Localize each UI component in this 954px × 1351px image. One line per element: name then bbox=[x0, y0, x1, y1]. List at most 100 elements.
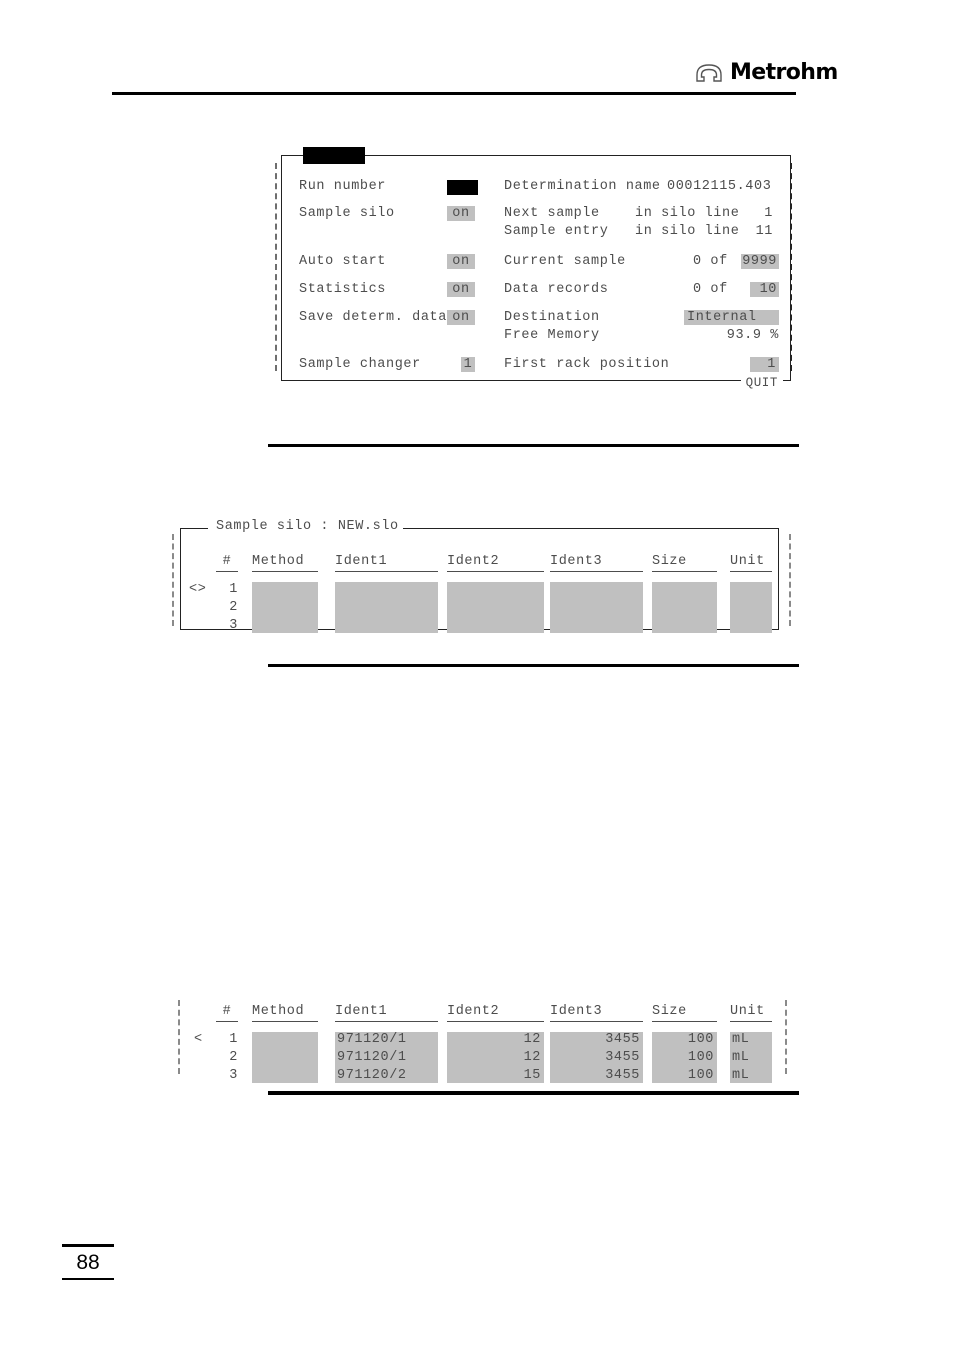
data-cell-ident3: 3455 bbox=[605, 1032, 640, 1047]
silo-cell-unit[interactable] bbox=[730, 582, 772, 633]
data-cell-ident3: 3455 bbox=[605, 1050, 640, 1065]
value-sample-changer[interactable]: 1 bbox=[461, 357, 475, 372]
data-col-header-number: # bbox=[216, 1004, 238, 1022]
label-next-sample: Next sample bbox=[504, 206, 600, 221]
data-col-header-size: Size bbox=[652, 1004, 717, 1022]
label-free-memory: Free Memory bbox=[504, 328, 600, 343]
data-cell-unit: mL bbox=[732, 1050, 750, 1065]
label-data-records: Data records bbox=[504, 282, 609, 297]
row-auto-start: Auto start on Current sample 0 of 9999 bbox=[275, 254, 791, 272]
data-col-header-ident3: Ident3 bbox=[550, 1004, 643, 1022]
panel-title-redacted bbox=[303, 147, 365, 164]
data-row-number: 3 bbox=[229, 1068, 238, 1083]
value-next-sample-line: 1 bbox=[764, 206, 773, 221]
data-col-header-ident1: Ident1 bbox=[335, 1004, 438, 1022]
silo-col-header-unit: Unit bbox=[730, 554, 772, 572]
data-row-number: 1 bbox=[229, 1032, 238, 1047]
section-divider-bottom bbox=[268, 1091, 799, 1095]
data-col-header-unit: Unit bbox=[730, 1004, 772, 1022]
silo-col-header-number: # bbox=[216, 554, 238, 572]
data-cell-ident2: 12 bbox=[523, 1050, 541, 1065]
silo-row-marker[interactable]: <> bbox=[189, 582, 206, 597]
data-cell-ident1: 971120/1 bbox=[337, 1032, 407, 1047]
data-col-header-ident2: Ident2 bbox=[447, 1004, 544, 1022]
data-table: # Method Ident1 Ident2 Ident3 Size Unit … bbox=[172, 1000, 791, 1083]
data-cell-size: 100 bbox=[687, 1050, 714, 1065]
omega-logo-icon bbox=[696, 64, 722, 82]
data-cell-unit: mL bbox=[732, 1068, 750, 1083]
sample-silo-panel: Sample silo : NEW.slo # Method Ident1 Id… bbox=[172, 519, 791, 633]
silo-row-number: 1 bbox=[229, 582, 238, 597]
silo-col-header-size: Size bbox=[652, 554, 717, 572]
value-free-memory: 93.9 % bbox=[726, 328, 779, 343]
data-row-number: 2 bbox=[229, 1050, 238, 1065]
metrohm-logo: Metrohm bbox=[694, 62, 838, 84]
silo-cell-method[interactable] bbox=[252, 582, 318, 633]
silo-cell-ident2[interactable] bbox=[447, 582, 544, 633]
text-sample-entry-silo-line: in silo line bbox=[635, 224, 740, 239]
row-free-memory: Free Memory 93.9 % bbox=[275, 328, 791, 346]
section-divider-middle bbox=[268, 664, 799, 667]
label-current-sample: Current sample bbox=[504, 254, 626, 269]
silo-cell-size[interactable] bbox=[652, 582, 717, 633]
label-sample-entry: Sample entry bbox=[504, 224, 609, 239]
data-cell-ident1: 971120/2 bbox=[337, 1068, 407, 1083]
value-save-determ-data[interactable]: on bbox=[447, 310, 475, 325]
value-data-records-max[interactable]: 10 bbox=[750, 282, 779, 297]
data-col-header-method: Method bbox=[252, 1004, 318, 1022]
silo-row-number: 2 bbox=[229, 600, 238, 615]
value-destination[interactable]: Internal bbox=[684, 310, 779, 325]
data-cell-ident3: 3455 bbox=[605, 1068, 640, 1083]
value-run-number[interactable] bbox=[447, 180, 478, 195]
data-cell-method-block[interactable] bbox=[252, 1032, 318, 1083]
header-rule bbox=[112, 92, 796, 95]
quit-button[interactable]: QUIT bbox=[740, 376, 783, 390]
value-sample-entry-line: 11 bbox=[755, 224, 773, 239]
row-statistics: Statistics on Data records 0 of 10 bbox=[275, 282, 791, 300]
sample-data-panel: # Method Ident1 Ident2 Ident3 Size Unit … bbox=[172, 1000, 791, 1083]
label-sample-silo: Sample silo bbox=[299, 206, 395, 221]
silo-table: # Method Ident1 Ident2 Ident3 Size Unit … bbox=[172, 528, 791, 633]
text-current-sample-of: 0 of bbox=[693, 254, 728, 269]
run-settings-panel: QUIT Run number Determination name 00012… bbox=[275, 147, 792, 390]
section-divider-top bbox=[268, 444, 799, 447]
row-sample-changer: Sample changer 1 First rack position 1 bbox=[275, 357, 791, 375]
label-sample-changer: Sample changer bbox=[299, 357, 421, 372]
label-first-rack-position: First rack position bbox=[504, 357, 670, 372]
value-statistics[interactable]: on bbox=[447, 282, 475, 297]
text-next-sample-silo-line: in silo line bbox=[635, 206, 740, 221]
label-statistics: Statistics bbox=[299, 282, 387, 297]
silo-row-number: 3 bbox=[229, 618, 238, 633]
data-cell-size: 100 bbox=[687, 1032, 714, 1047]
label-save-determ-data: Save determ. data bbox=[299, 310, 447, 325]
value-sample-silo[interactable]: on bbox=[447, 206, 475, 221]
data-cell-unit: mL bbox=[732, 1032, 750, 1047]
text-data-records-of: 0 of bbox=[693, 282, 728, 297]
row-sample-entry: Sample entry in silo line 11 bbox=[275, 224, 791, 242]
label-determination-name: Determination name bbox=[504, 179, 661, 194]
brand-name: Metrohm bbox=[730, 60, 838, 85]
row-sample-silo: Sample silo on Next sample in silo line … bbox=[275, 206, 791, 224]
label-auto-start: Auto start bbox=[299, 254, 387, 269]
label-run-number: Run number bbox=[299, 179, 387, 194]
data-cell-size: 100 bbox=[687, 1068, 714, 1083]
value-determination-name: 00012115.403 bbox=[667, 179, 772, 194]
page-number: 88 bbox=[62, 1244, 114, 1280]
row-run-number: Run number Determination name 00012115.4… bbox=[275, 179, 791, 197]
silo-col-header-ident1: Ident1 bbox=[335, 554, 438, 572]
page-number-value: 88 bbox=[76, 1251, 100, 1274]
data-cell-ident2: 12 bbox=[523, 1032, 541, 1047]
label-destination: Destination bbox=[504, 310, 600, 325]
data-row-marker[interactable]: < bbox=[194, 1032, 203, 1047]
row-save-determ-data: Save determ. data on Destination Interna… bbox=[275, 310, 791, 328]
data-cell-ident1: 971120/1 bbox=[337, 1050, 407, 1065]
silo-cell-ident3[interactable] bbox=[550, 582, 643, 633]
value-first-rack-position[interactable]: 1 bbox=[750, 357, 779, 372]
silo-col-header-ident2: Ident2 bbox=[447, 554, 544, 572]
silo-col-header-method: Method bbox=[252, 554, 318, 572]
value-current-sample-max[interactable]: 9999 bbox=[741, 254, 779, 269]
value-auto-start[interactable]: on bbox=[447, 254, 475, 269]
data-cell-ident2: 15 bbox=[523, 1068, 541, 1083]
silo-col-header-ident3: Ident3 bbox=[550, 554, 643, 572]
silo-cell-ident1[interactable] bbox=[335, 582, 438, 633]
